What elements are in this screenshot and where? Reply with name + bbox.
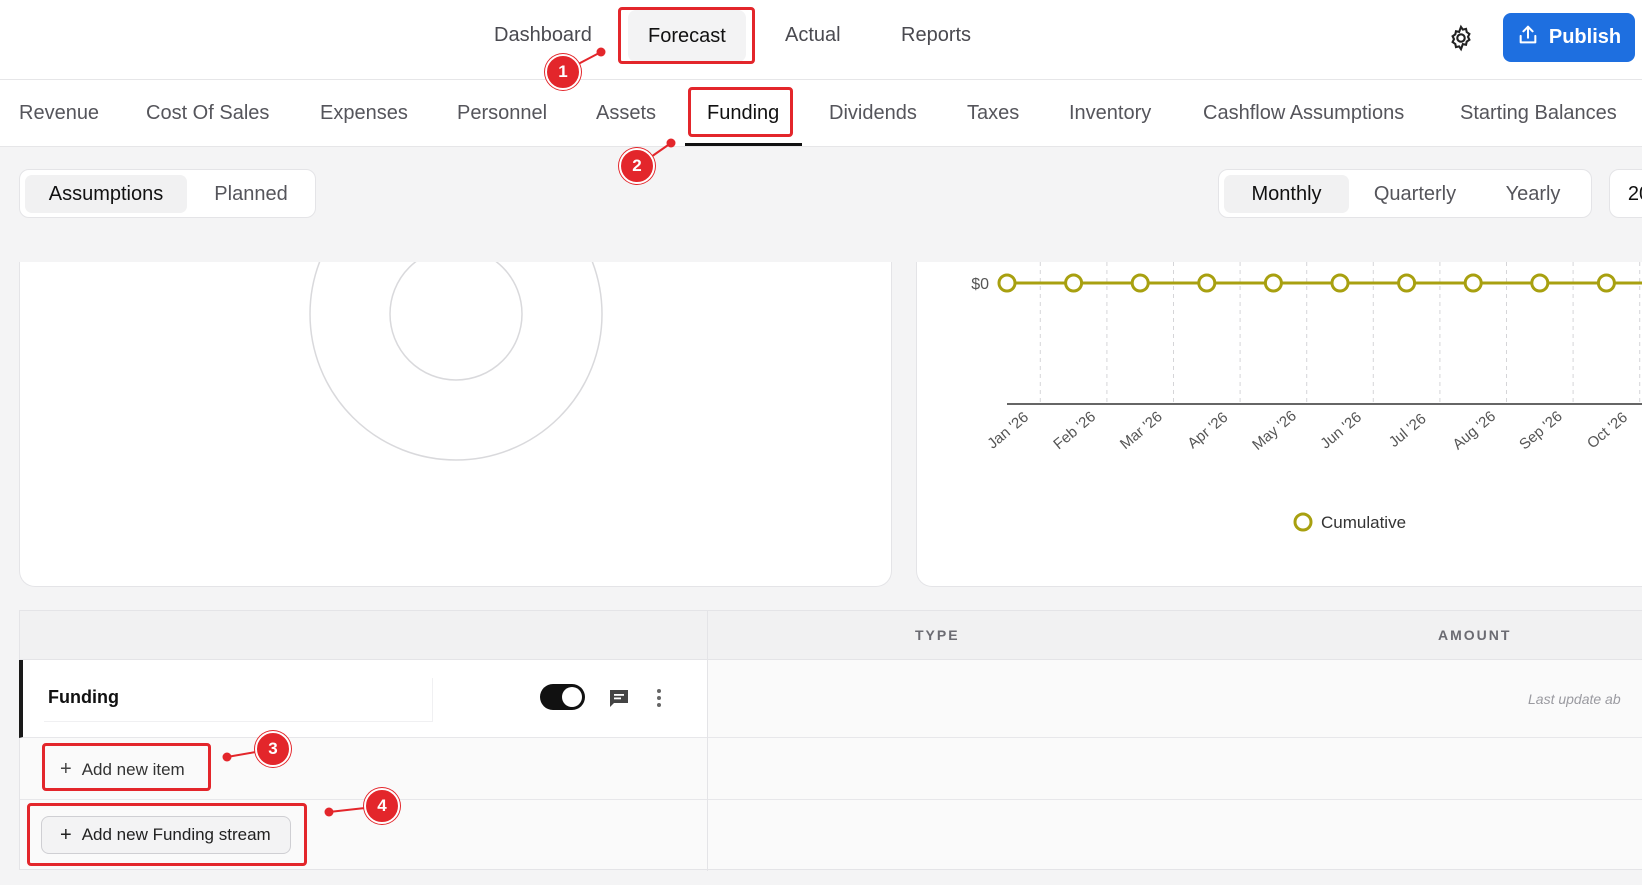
x-tick-label: Oct '26 <box>1584 409 1631 452</box>
donut-chart-card <box>19 167 892 587</box>
share-icon <box>1517 24 1539 52</box>
data-point-0[interactable] <box>997 273 1017 293</box>
publish-button[interactable]: Publish <box>1503 13 1635 62</box>
section-name-cell: Funding <box>44 678 433 722</box>
year-select[interactable]: 20 <box>1609 169 1642 218</box>
subnav-assets[interactable]: Assets <box>596 102 656 125</box>
gear-icon[interactable] <box>1447 24 1475 52</box>
data-point-9[interactable] <box>1596 273 1616 293</box>
subnav-cost-of-sales[interactable]: Cost Of Sales <box>146 102 269 125</box>
topnav-dashboard[interactable]: Dashboard <box>494 24 592 47</box>
y-tick-label: $0 <box>971 276 989 293</box>
table-header: TYPE AMOUNT <box>20 611 1642 660</box>
annotation-box-1 <box>618 7 755 64</box>
section-title[interactable]: Funding <box>48 687 119 708</box>
subnav-taxes[interactable]: Taxes <box>967 102 1019 125</box>
data-point-3[interactable] <box>1197 273 1217 293</box>
toggle-quarterly[interactable]: Quarterly <box>1353 175 1477 213</box>
toggle-monthly[interactable]: Monthly <box>1224 175 1349 213</box>
data-point-4[interactable] <box>1263 273 1283 293</box>
data-point-1[interactable] <box>1064 273 1084 293</box>
year-select-value: 20 <box>1627 183 1642 205</box>
x-tick-label: Jul '26 <box>1386 410 1430 451</box>
data-point-8[interactable] <box>1530 273 1550 293</box>
subnav-dividends[interactable]: Dividends <box>829 102 917 125</box>
x-tick-label: Jan '26 <box>984 409 1032 453</box>
line-chart-card: $0 Jan '26 Feb '26 Mar '26 Apr '26 May '26 Ju… <box>916 262 1642 587</box>
column-header-type: TYPE <box>915 627 960 643</box>
subnav-cashflow-assumptions[interactable]: Cashflow Assumptions <box>1203 102 1404 125</box>
cumulative-line-chart: $0 Jan '26 Feb '26 Mar '26 Apr '26 May '26 Ju… <box>971 262 1642 532</box>
subnav-personnel[interactable]: Personnel <box>457 102 547 125</box>
x-tick-label: Aug '26 <box>1450 408 1500 453</box>
x-tick-label: Apr '26 <box>1184 409 1231 452</box>
data-point-7[interactable] <box>1463 273 1483 293</box>
subnav-inventory[interactable]: Inventory <box>1069 102 1151 125</box>
section-toggle[interactable] <box>540 684 585 710</box>
column-divider <box>707 611 708 871</box>
subnav-revenue[interactable]: Revenue <box>19 102 99 125</box>
legend-swatch <box>1293 512 1313 532</box>
top-bar: Dashboard Forecast Actual Reports Publis… <box>0 0 1642 80</box>
topnav-actual[interactable]: Actual <box>785 24 841 47</box>
legend-label: Cumulative <box>1321 513 1406 532</box>
x-tick-label: Mar '26 <box>1117 408 1166 453</box>
toggle-assumptions[interactable]: Assumptions <box>25 175 187 213</box>
topnav-reports[interactable]: Reports <box>901 24 971 47</box>
annotation-badge-2: 2 <box>619 148 655 184</box>
funding-subnav: Revenue Cost Of Sales Expenses Personnel… <box>0 80 1642 147</box>
x-tick-label: Feb '26 <box>1050 408 1099 453</box>
subnav-starting-balances[interactable]: Starting Balances <box>1460 102 1617 125</box>
donut-placeholder <box>309 167 603 461</box>
x-tick-label: May '26 <box>1249 407 1300 453</box>
column-header-amount: AMOUNT <box>1438 627 1512 643</box>
x-tick-label: Sep '26 <box>1516 408 1566 453</box>
annotation-box-2 <box>688 87 793 137</box>
toggle-knob <box>562 687 582 707</box>
view-toggle: Assumptions Planned <box>19 169 316 218</box>
toggle-planned[interactable]: Planned <box>194 175 308 213</box>
publish-label: Publish <box>1548 26 1622 48</box>
annotation-box-3 <box>42 743 211 791</box>
last-update-text: Last update ab <box>1528 691 1621 707</box>
funding-section-values: Last update ab <box>708 660 1642 738</box>
data-point-5[interactable] <box>1330 273 1350 293</box>
toggle-yearly[interactable]: Yearly <box>1481 175 1585 213</box>
annotation-badge-1: 1 <box>545 54 581 90</box>
period-toggle: Monthly Quarterly Yearly <box>1218 169 1592 218</box>
data-point-2[interactable] <box>1130 273 1150 293</box>
comment-icon[interactable] <box>607 686 631 710</box>
active-tab-underline <box>685 143 802 146</box>
annotation-badge-4: 4 <box>364 788 400 824</box>
more-options-icon[interactable] <box>654 686 664 710</box>
data-point-6[interactable] <box>1397 273 1417 293</box>
annotation-badge-3: 3 <box>255 731 291 767</box>
x-tick-label: Jun '26 <box>1317 409 1365 453</box>
subnav-expenses[interactable]: Expenses <box>320 102 408 125</box>
funding-section-row: Funding <box>19 660 707 738</box>
annotation-box-4 <box>27 803 307 866</box>
